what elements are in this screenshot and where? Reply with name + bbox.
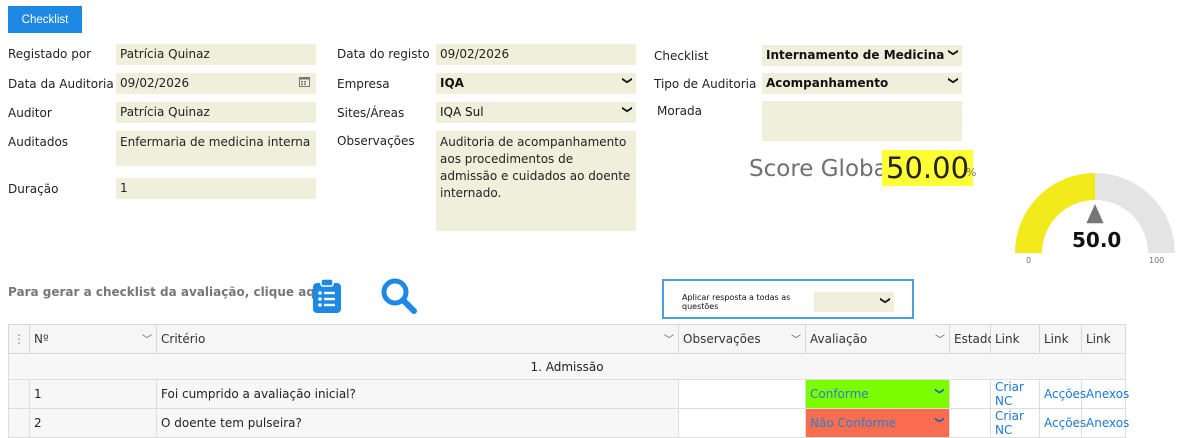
criar-nc-link[interactable]: Criar NC [990, 379, 1040, 409]
tipo-auditoria-label: Tipo de Auditoria [654, 77, 757, 91]
row-observacoes[interactable] [678, 408, 806, 438]
section-row: 1. Admissão [8, 353, 1126, 380]
anexos-link[interactable]: Anexos [1081, 408, 1129, 438]
sites-select[interactable]: IQA Sul ❯ [436, 102, 636, 123]
tipo-auditoria-value: Acompanhamento [766, 76, 889, 90]
row-handle[interactable] [8, 379, 30, 409]
row-number: 2 [29, 408, 157, 438]
column-header-numero[interactable]: Nº ﹀ [29, 324, 157, 354]
chevron-down-icon: ❯ [621, 105, 633, 114]
column-header-link-2[interactable]: Link [1039, 324, 1082, 354]
registado-por-field[interactable]: Patrícia Quinaz [116, 44, 316, 65]
chevron-down-icon: ❯ [879, 296, 891, 305]
row-observacoes[interactable] [678, 379, 806, 409]
morada-label: Morada [657, 104, 702, 118]
auditor-label: Auditor [8, 106, 52, 120]
row-criterio: Foi cumprido a avaliação inicial? [156, 379, 679, 409]
sites-label: Sites/Áreas [337, 106, 405, 120]
data-auditoria-label: Data da Auditoria [8, 77, 114, 91]
chevron-down-icon: ❯ [621, 76, 633, 85]
checklist-grid: ⋮ Nº ﹀ Critério ﹀ Observações ﹀ Avaliação ﹀ … [8, 324, 1129, 438]
row-criterio: O doente tem pulseira? [156, 408, 679, 438]
auditados-field[interactable]: Enfermaria de medicina interna [116, 131, 316, 166]
column-header-estado[interactable]: Estado [949, 324, 995, 354]
row-estado [949, 379, 991, 409]
row-estado [949, 408, 991, 438]
duracao-field[interactable]: 1 [116, 178, 316, 199]
gauge-max: 100 [1149, 256, 1165, 265]
auditados-label: Auditados [8, 135, 69, 149]
accoes-link[interactable]: Acções [1039, 379, 1086, 409]
chevron-down-icon: ❯ [947, 48, 959, 57]
morada-field[interactable] [762, 101, 962, 141]
criar-nc-link[interactable]: Criar NC [990, 408, 1040, 438]
duracao-label: Duração [8, 182, 59, 196]
empresa-label: Empresa [337, 77, 390, 91]
apply-all-label: Aplicar resposta a todas as questões [682, 293, 791, 311]
chevron-down-icon[interactable]: ﹀ [142, 331, 152, 346]
row-avaliacao-select[interactable]: Não Conforme ❯ [805, 408, 950, 438]
table-row: 1 Foi cumprido a avaliação inicial? Conf… [8, 379, 1129, 409]
chevron-down-icon[interactable]: ﹀ [935, 331, 945, 346]
column-header-avaliacao[interactable]: Avaliação ﹀ [805, 324, 950, 354]
row-handle[interactable] [8, 408, 30, 438]
chevron-down-icon: ❯ [934, 416, 945, 424]
row-avaliacao-select[interactable]: Conforme ❯ [805, 379, 950, 409]
anexos-link[interactable]: Anexos [1081, 379, 1129, 409]
data-auditoria-value: 09/02/2026 [120, 76, 190, 90]
generate-checklist-text: Para gerar a checklist da avaliação, cli… [8, 285, 333, 299]
registado-por-label: Registado por [8, 47, 92, 61]
checklist-label: Checklist [654, 49, 709, 63]
observacoes-field[interactable]: Auditoria de acompanhamento aos procedim… [436, 131, 636, 231]
row-handle-header[interactable]: ⋮ [8, 324, 30, 354]
chevron-down-icon: ❯ [934, 387, 945, 395]
score-global-value: 50.00 [882, 150, 974, 186]
calendar-icon[interactable] [299, 76, 310, 90]
column-header-criterio[interactable]: Critério ﹀ [156, 324, 679, 354]
checklist-value: Internamento de Medicina [766, 48, 945, 62]
checklist-select[interactable]: Internamento de Medicina ❯ [762, 45, 962, 66]
apply-all-select[interactable]: ❯ [814, 292, 894, 312]
chevron-down-icon[interactable]: ﹀ [664, 331, 674, 346]
table-row: 2 O doente tem pulseira? Não Conforme ❯ C… [8, 408, 1129, 438]
row-number: 1 [29, 379, 157, 409]
section-title: 1. Admissão [8, 353, 1126, 380]
checklist-button[interactable]: Checklist [8, 6, 82, 33]
data-registo-label: Data do registo [337, 47, 430, 61]
search-icon[interactable] [380, 277, 418, 318]
tipo-auditoria-select[interactable]: Acompanhamento ❯ [762, 73, 962, 94]
auditor-field[interactable]: Patrícia Quinaz [116, 102, 316, 123]
accoes-link[interactable]: Acções [1039, 408, 1086, 438]
score-unit: % [966, 166, 977, 179]
data-registo-field[interactable]: 09/02/2026 [436, 44, 636, 65]
clipboard-list-icon[interactable] [312, 278, 342, 317]
empresa-select[interactable]: IQA ❯ [436, 73, 636, 94]
chevron-down-icon[interactable]: ﹀ [791, 331, 801, 346]
chevron-down-icon: ❯ [947, 76, 959, 85]
sites-value: IQA Sul [440, 105, 484, 119]
column-header-observacoes[interactable]: Observações ﹀ [678, 324, 806, 354]
gauge-min: 0 [1026, 256, 1032, 265]
observacoes-label: Observações [337, 134, 415, 148]
apply-all-panel: Aplicar resposta a todas as questões ❯ [662, 279, 914, 319]
gauge-value: 50.0 [1072, 228, 1122, 252]
column-header-link-1[interactable]: Link [990, 324, 1040, 354]
column-header-link-3[interactable]: Link [1081, 324, 1126, 354]
empresa-value: IQA [440, 76, 464, 90]
score-gauge [1015, 173, 1175, 253]
data-auditoria-field[interactable]: 09/02/2026 [116, 73, 316, 94]
gauge-needle [1086, 204, 1104, 224]
score-global-label: Score Global [749, 156, 895, 182]
